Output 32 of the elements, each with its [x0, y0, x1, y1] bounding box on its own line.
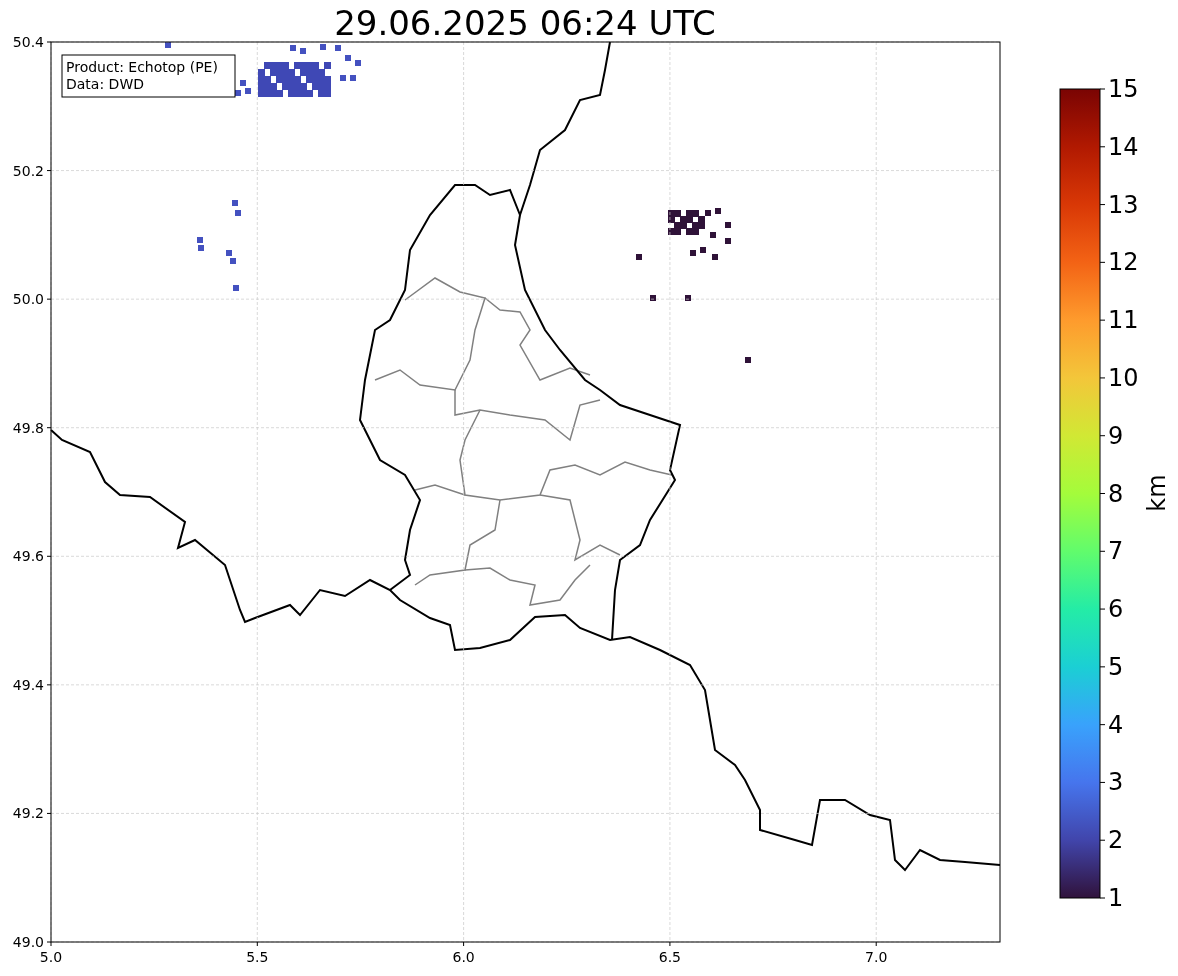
- colorbar-tick-label: 12: [1108, 248, 1139, 277]
- colorbar-tick-label: 10: [1108, 363, 1139, 392]
- colorbar-tick-label: 14: [1108, 132, 1139, 161]
- colorbar-tick-label: 8: [1108, 479, 1124, 508]
- colorbar-tick-label: 13: [1108, 190, 1139, 219]
- axis-tick-label: 49.4: [12, 676, 44, 693]
- colorbar-tick-label: 11: [1108, 306, 1139, 335]
- colorbar-tick-label: 15: [1108, 75, 1139, 103]
- colorbar-tick-label: 5: [1108, 652, 1124, 681]
- colorbar-tick-label: 3: [1108, 768, 1124, 797]
- axis-tick-label: 49.8: [12, 419, 44, 436]
- info-text: Product: Echotop (PE): [66, 59, 218, 75]
- colorbar-tick-label: 2: [1108, 826, 1124, 855]
- axis-tick-label: 6.0: [452, 949, 475, 965]
- colorbar-tick-label: 4: [1108, 710, 1124, 739]
- colorbar-tick-label: 9: [1108, 421, 1124, 450]
- colorbar-tick-label: 1: [1108, 884, 1124, 912]
- axis-tick-label: 6.5: [658, 949, 682, 965]
- axis-tick-label: 50.2: [12, 162, 44, 179]
- axis-tick-label: 50.4: [12, 34, 44, 50]
- info-text: Data: DWD: [66, 76, 144, 92]
- axis-tick-label: 50.0: [12, 291, 44, 308]
- colorbar-tick-label: 6: [1108, 595, 1124, 624]
- colorbar-label: km: [1143, 474, 1171, 512]
- axis-tick-label: 5.0: [39, 949, 63, 965]
- axis-tick-label: 5.5: [246, 949, 269, 965]
- axis-tick-label: 49.2: [12, 805, 44, 822]
- axis-tick-label: 7.0: [865, 949, 888, 965]
- axis-tick-label: 49.6: [12, 548, 44, 565]
- axis-tick-label: 49.0: [12, 934, 44, 950]
- chart-title: 29.06.2025 06:24 UTC: [334, 3, 716, 43]
- colorbar-tick-label: 7: [1108, 537, 1124, 566]
